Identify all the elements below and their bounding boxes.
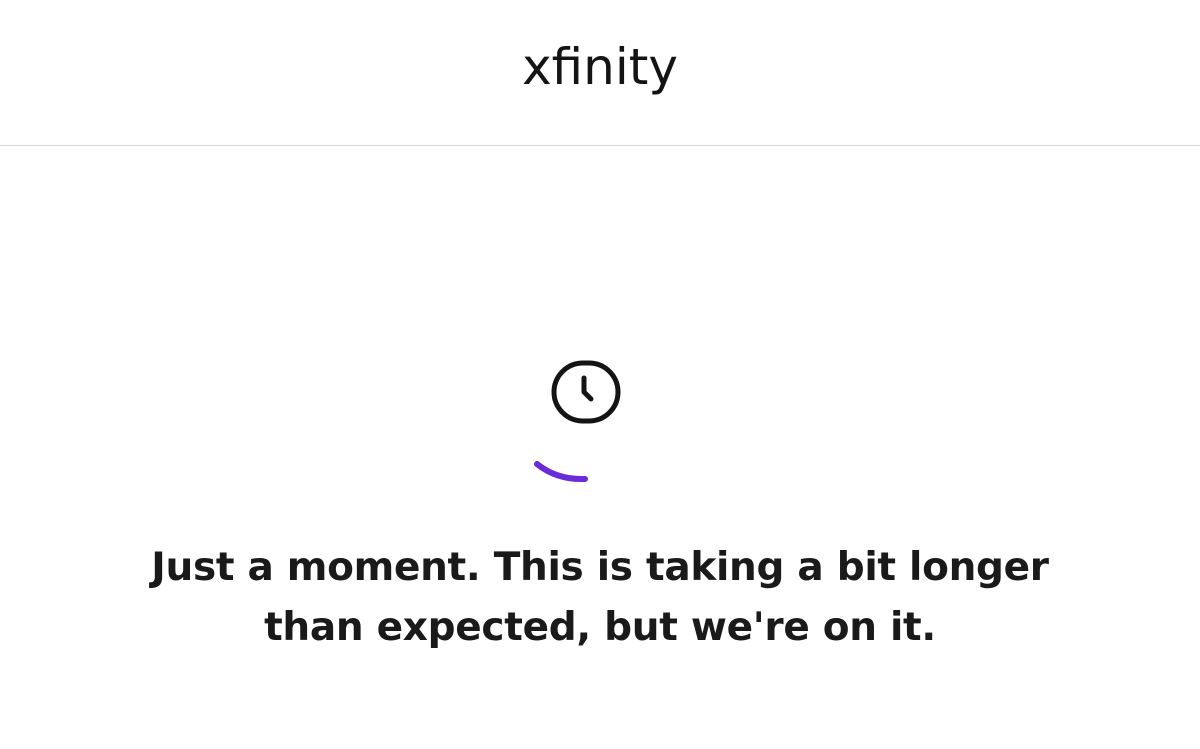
loading-spinner-icon: [534, 461, 588, 483]
clock-icon: [551, 360, 621, 424]
status-message: Just a moment. This is taking a bit long…: [100, 538, 1100, 658]
xfinity-logo[interactable]: xfinity: [0, 32, 1200, 102]
status-message-line-2: than expected, but we're on it.: [264, 605, 936, 650]
page-header: xfinity: [0, 0, 1200, 146]
status-message-line-1: Just a moment. This is taking a bit long…: [151, 545, 1049, 590]
